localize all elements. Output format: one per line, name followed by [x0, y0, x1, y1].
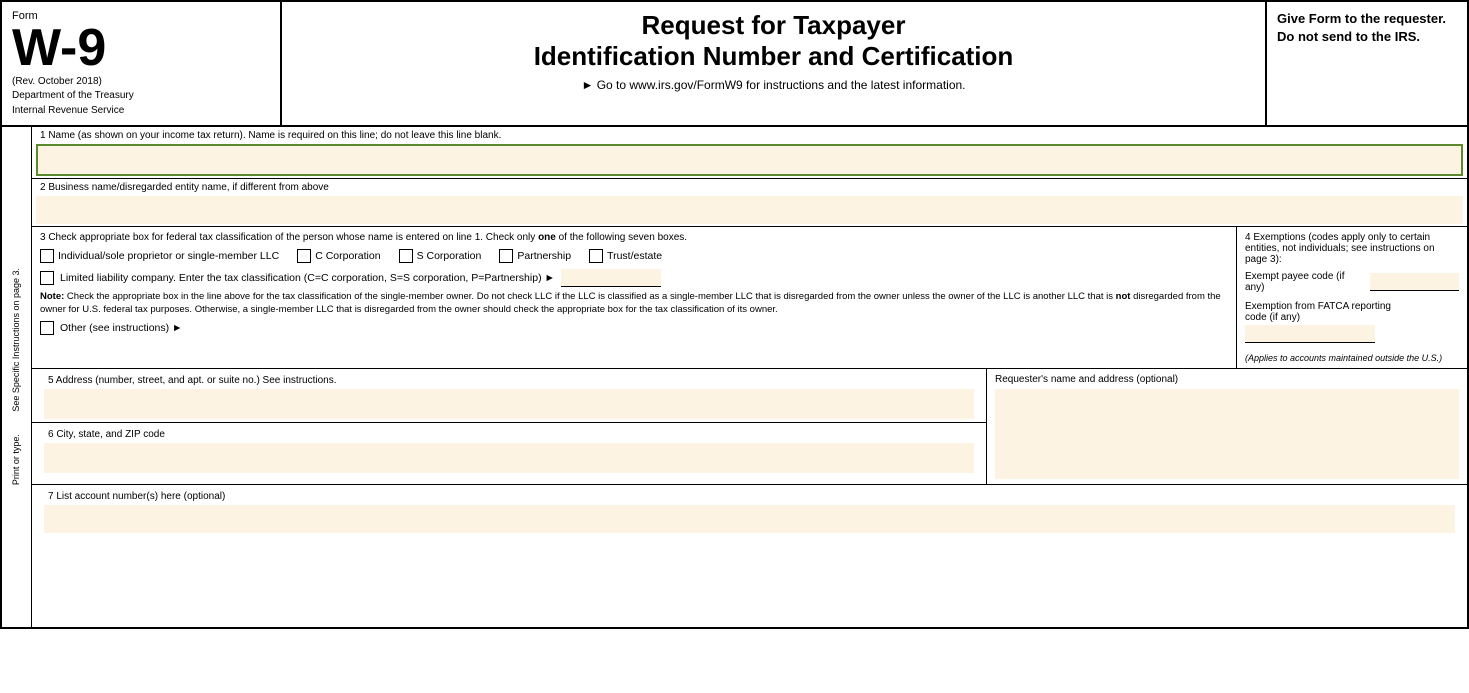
checkbox-llc[interactable]	[40, 271, 54, 285]
form-title-section: Request for Taxpayer Identification Numb…	[282, 2, 1267, 125]
field1-input[interactable]	[36, 144, 1463, 176]
checkbox-s-corp[interactable]	[399, 249, 413, 263]
form-instruction: ► Go to www.irs.gov/FormW9 for instructi…	[302, 78, 1245, 92]
checkbox-other[interactable]	[40, 321, 54, 335]
form-id-section: Form W-9 (Rev. October 2018) Department …	[2, 2, 282, 125]
checkbox-s-corp-item: S Corporation	[399, 249, 482, 263]
section-56: 5 Address (number, street, and apt. or s…	[32, 369, 987, 484]
field2-row: 2 Business name/disregarded entity name,…	[32, 179, 1467, 227]
checkbox-c-corp-item: C Corporation	[297, 249, 380, 263]
form-body: Print or type. See Specific Instructions…	[2, 127, 1467, 627]
checkbox-c-corp[interactable]	[297, 249, 311, 263]
sidebar: Print or type. See Specific Instructions…	[2, 127, 32, 627]
w9-form: Form W-9 (Rev. October 2018) Department …	[0, 0, 1469, 629]
section-4: 4 Exemptions (codes apply only to certai…	[1237, 227, 1467, 368]
applies-note: (Applies to accounts maintained outside …	[1245, 353, 1459, 363]
sidebar-text: Print or type. See Specific Instructions…	[11, 268, 22, 485]
exempt-payee-row: Exempt payee code (if any)	[1245, 271, 1459, 293]
section-3: 3 Check appropriate box for federal tax …	[32, 227, 1237, 368]
fatca-row: Exemption from FATCA reporting code (if …	[1245, 301, 1459, 343]
field2-label: 2 Business name/disregarded entity name,…	[32, 179, 1467, 194]
checkbox-partnership-label: Partnership	[517, 250, 571, 262]
requester-label: Requester's name and address (optional)	[995, 374, 1459, 385]
dept-line1: Department of the Treasury	[12, 89, 270, 102]
llc-row: Limited liability company. Enter the tax…	[40, 269, 1228, 287]
field2-input[interactable]	[36, 196, 1463, 224]
field6-label: 6 City, state, and ZIP code	[40, 426, 978, 441]
section-6: 6 City, state, and ZIP code	[32, 423, 986, 476]
exempt-payee-label: Exempt payee code (if any)	[1245, 271, 1366, 293]
requester-box: Requester's name and address (optional)	[987, 369, 1467, 484]
section-34: 3 Check appropriate box for federal tax …	[32, 227, 1467, 369]
llc-label: Limited liability company. Enter the tax…	[60, 272, 555, 284]
checkbox-s-corp-label: S Corporation	[417, 250, 482, 262]
fatca-label1: Exemption from FATCA reporting	[1245, 301, 1459, 312]
dept-line2: Internal Revenue Service	[12, 104, 270, 117]
section-5: 5 Address (number, street, and apt. or s…	[32, 369, 986, 423]
field3-label: 3 Check appropriate box for federal tax …	[40, 232, 1228, 243]
section-56-requester: 5 Address (number, street, and apt. or s…	[32, 369, 1467, 485]
give-form-notice: Give Form to the requester. Do not send …	[1267, 2, 1467, 125]
requester-input[interactable]	[995, 389, 1459, 479]
other-label: Other (see instructions) ►	[60, 322, 182, 334]
fatca-input[interactable]	[1245, 325, 1375, 343]
field4-label: 4 Exemptions (codes apply only to certai…	[1245, 232, 1459, 265]
form-main-title: Request for Taxpayer Identification Numb…	[302, 10, 1245, 72]
checkbox-trust-label: Trust/estate	[607, 250, 662, 262]
checkbox-individual-label: Individual/sole proprietor or single-mem…	[58, 250, 279, 262]
title-line1: Request for Taxpayer	[642, 10, 906, 40]
checkbox-individual-item: Individual/sole proprietor or single-mem…	[40, 249, 279, 263]
checkbox-partnership[interactable]	[499, 249, 513, 263]
field1-label: 1 Name (as shown on your income tax retu…	[32, 127, 1467, 142]
title-line2: Identification Number and Certification	[534, 41, 1014, 71]
note-text: Note: Check the appropriate box in the l…	[40, 291, 1228, 317]
checkbox-partnership-item: Partnership	[499, 249, 571, 263]
checkbox-c-corp-label: C Corporation	[315, 250, 380, 262]
main-content: 1 Name (as shown on your income tax retu…	[32, 127, 1467, 627]
field5-label: 5 Address (number, street, and apt. or s…	[40, 372, 978, 387]
other-row: Other (see instructions) ►	[40, 321, 1228, 335]
field7-label: 7 List account number(s) here (optional)	[40, 488, 1459, 503]
exempt-payee-input[interactable]	[1370, 273, 1459, 291]
field7-input[interactable]	[44, 505, 1455, 533]
checkboxes-row: Individual/sole proprietor or single-mem…	[40, 249, 1228, 263]
field5-input[interactable]	[44, 389, 974, 419]
field6-input[interactable]	[44, 443, 974, 473]
checkbox-trust[interactable]	[589, 249, 603, 263]
field1-row: 1 Name (as shown on your income tax retu…	[32, 127, 1467, 179]
rev-date: (Rev. October 2018)	[12, 76, 270, 87]
checkbox-individual[interactable]	[40, 249, 54, 263]
form-number: W-9	[12, 22, 270, 74]
section-7: 7 List account number(s) here (optional)	[32, 485, 1467, 536]
llc-classification-input[interactable]	[561, 269, 661, 287]
form-header: Form W-9 (Rev. October 2018) Department …	[2, 2, 1467, 127]
fatca-label2: code (if any)	[1245, 312, 1459, 323]
checkbox-trust-item: Trust/estate	[589, 249, 662, 263]
